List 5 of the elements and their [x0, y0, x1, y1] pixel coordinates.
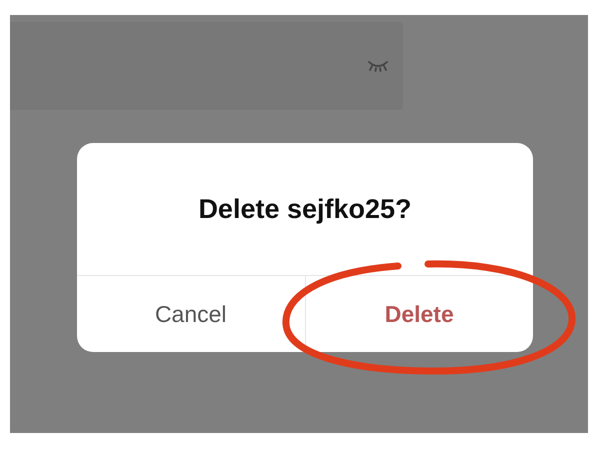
closed-eye-icon[interactable]: [367, 60, 389, 72]
password-field[interactable]: [10, 22, 403, 110]
cancel-button[interactable]: Cancel: [77, 276, 304, 352]
dialog-title: Delete sejfko25?: [197, 192, 413, 226]
delete-button[interactable]: Delete: [306, 276, 533, 352]
